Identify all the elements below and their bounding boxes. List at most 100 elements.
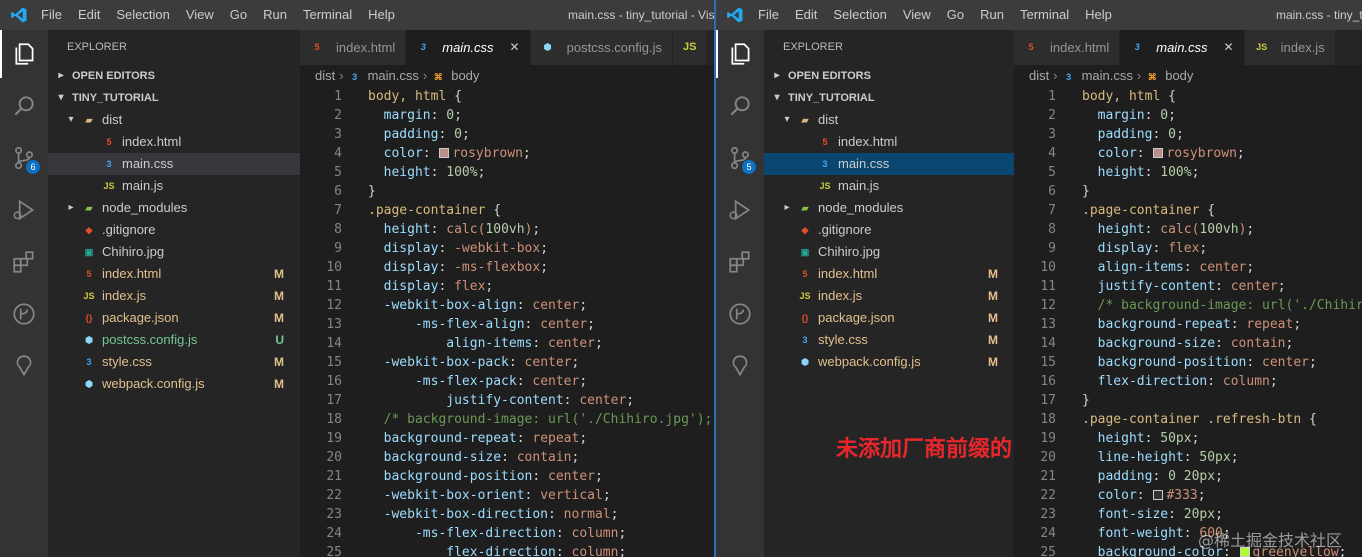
breadcrumb-item[interactable]: body [1165,68,1193,83]
code-line: 3 padding: 0; [300,125,714,144]
workspace-section[interactable]: ▾ TINY_TUTORIAL [764,87,1014,109]
tab-main-css[interactable]: 3 main.css ✕ [406,30,531,65]
menu-item-help[interactable]: Help [360,7,403,22]
menu-item-go[interactable]: Go [939,7,972,22]
code-token: ; [540,260,549,275]
tree-item[interactable]: JS main.js [764,175,1014,197]
tree-item[interactable]: 3 style.css M [764,329,1014,351]
tab-main-css[interactable]: 3 main.css ✕ [1120,30,1245,65]
code-token: ; [571,450,580,465]
extensions-icon[interactable] [716,238,764,286]
tree-item[interactable]: {} package.json M [48,307,300,329]
code-token: ; [1269,374,1278,389]
menu-item-view[interactable]: View [178,7,222,22]
run-debug-icon[interactable] [0,186,48,234]
menu-item-selection[interactable]: Selection [108,7,177,22]
extensions-icon[interactable] [0,238,48,286]
tree-item[interactable]: ⬢ webpack.config.js M [764,351,1014,373]
color-swatch[interactable] [1153,148,1164,158]
explorer-icon[interactable] [0,30,48,78]
tree-item[interactable]: 3 main.css [764,153,1014,175]
tree-item[interactable]: 5 index.html [48,131,300,153]
tree-item[interactable]: 5 index.html [764,131,1014,153]
code-editor[interactable]: 1 body, html {2 margin: 0; 3 padding: 0; 4 … [1014,87,1362,557]
breadcrumb-item[interactable]: main.css [1082,68,1133,83]
menu-item-run[interactable]: Run [972,7,1012,22]
tab-index-html[interactable]: 5 index.html [300,30,407,65]
code-editor[interactable]: 1 body, html {2 margin: 0; 3 padding: 0; 4 … [300,87,714,557]
tree-item[interactable]: ⬢ postcss.config.js U [48,329,300,351]
source-control-icon[interactable]: 5 [716,134,764,182]
breadcrumb-item[interactable]: main.css [368,68,419,83]
menu-item-selection[interactable]: Selection [825,7,894,22]
tree-item[interactable]: 5 index.html M [48,263,300,285]
menu-item-file[interactable]: File [33,7,70,22]
tree-item[interactable]: ▸ ▰ node_modules [48,197,300,219]
git-graph-icon[interactable] [716,290,764,338]
menu-item-terminal[interactable]: Terminal [1012,7,1077,22]
explorer-icon[interactable] [716,30,764,78]
tree-item[interactable]: ▾ ▰ dist [48,109,300,131]
code-text: } [1082,182,1090,201]
tab-index-js[interactable]: JS index.js [1244,30,1336,65]
tree-item[interactable]: ◆ .gitignore [764,219,1014,241]
code-token: : [430,108,447,123]
css-file-icon: 3 [822,159,828,169]
color-swatch[interactable] [1153,490,1164,500]
line-number: 5 [334,165,342,180]
close-icon[interactable]: ✕ [510,30,520,65]
menu-item-edit[interactable]: Edit [70,7,108,22]
tree-item[interactable]: ▣ Chihiro.jpg [764,241,1014,263]
code-line: 16 -ms-flex-pack: center; [300,372,714,391]
breadcrumb-item[interactable]: body [451,68,479,83]
menu-item-file[interactable]: File [750,7,787,22]
menu-item-view[interactable]: View [895,7,939,22]
js-file-icon: JS [103,181,115,191]
remote-explorer-icon[interactable] [0,342,48,390]
editor-area: 5 index.html 3 main.css ✕ JS index.js dist › 3 ma… [1014,30,1362,557]
git-graph-icon[interactable] [0,290,48,338]
tab-label: index.html [1050,40,1110,55]
tree-item[interactable]: JS index.js M [764,285,1014,307]
tab-js[interactable]: JS [672,30,708,65]
breadcrumb-item[interactable]: dist [315,68,335,83]
close-icon[interactable]: ✕ [1224,30,1234,65]
tree-item[interactable]: 3 style.css M [48,351,300,373]
open-editors-section[interactable]: ▸ OPEN EDITORS [764,65,1014,87]
tab-index-html[interactable]: 5 index.html [1014,30,1121,65]
menu-item-edit[interactable]: Edit [787,7,825,22]
tree-item[interactable]: ▣ Chihiro.jpg [48,241,300,263]
tree-item-label: webpack.config.js [818,354,921,369]
tree-item-label: index.js [102,288,147,303]
code-token: ; [540,241,549,256]
git-status-badge: M [274,355,284,369]
breadcrumb-item[interactable]: dist [1029,68,1049,83]
source-control-icon[interactable]: 6 [0,134,48,182]
open-editors-section[interactable]: ▸ OPEN EDITORS [48,65,300,87]
color-swatch[interactable] [439,148,450,158]
remote-explorer-icon[interactable] [716,342,764,390]
run-debug-icon[interactable] [716,186,764,234]
menu-item-help[interactable]: Help [1077,7,1120,22]
code-token: height [368,222,431,237]
tree-item[interactable]: ▾ ▰ dist [764,109,1014,131]
tree-item[interactable]: 3 main.css [48,153,300,175]
tab-postcss-config-js[interactable]: ⬢ postcss.config.js [530,30,673,65]
menu-item-run[interactable]: Run [255,7,295,22]
tree-item[interactable]: JS index.js M [48,285,300,307]
tree-item[interactable]: ▸ ▰ node_modules [764,197,1014,219]
tree-item[interactable]: ⬢ webpack.config.js M [48,373,300,395]
menu-item-terminal[interactable]: Terminal [295,7,360,22]
line-number: 9 [1048,241,1056,256]
code-token: center [1199,260,1247,275]
css-file-icon: 3 [802,335,808,345]
menu-item-go[interactable]: Go [222,7,255,22]
workspace-section[interactable]: ▾ TINY_TUTORIAL [48,87,300,109]
tree-item[interactable]: {} package.json M [764,307,1014,329]
tree-item[interactable]: 5 index.html M [764,263,1014,285]
tree-item[interactable]: ◆ .gitignore [48,219,300,241]
tree-item[interactable]: JS main.js [48,175,300,197]
search-icon[interactable] [0,82,48,130]
code-line: 8 height: calc(100vh); [300,220,714,239]
search-icon[interactable] [716,82,764,130]
